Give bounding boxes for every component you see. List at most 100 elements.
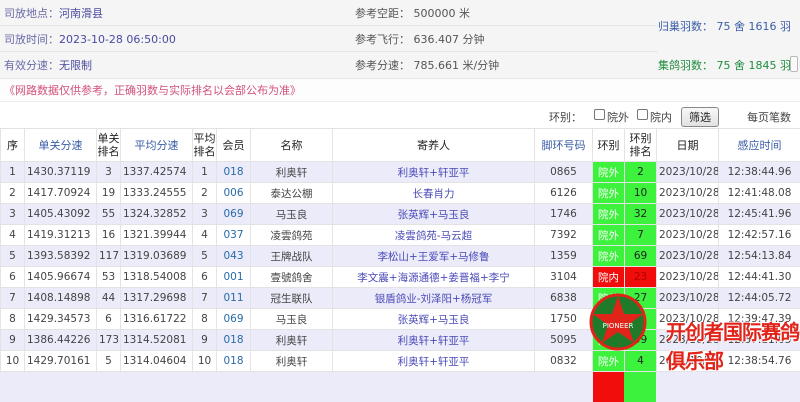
- cell-name: 凌雲鸽苑: [250, 224, 333, 246]
- cell-type: 院外: [592, 287, 625, 309]
- cell-single-speed: 1393.58392: [24, 245, 97, 267]
- cell-type-rank: 10: [624, 182, 657, 204]
- table-row[interactable]: 8 1429.34573 6 1316.61722 8 069 马玉良 张英辉+马玉良 1750…: [0, 308, 800, 330]
- cell-single-rank: 16: [96, 224, 121, 246]
- cell-time: 12:39:47.39: [718, 308, 800, 330]
- cell-avg-speed: 1319.03689: [120, 245, 193, 267]
- header-col-5: 会员: [216, 128, 251, 162]
- cell-ring: 0865: [534, 161, 593, 183]
- outside-checkbox[interactable]: [594, 109, 605, 120]
- cell-date: 2023/10/28: [656, 350, 719, 372]
- cell-member: 018: [216, 350, 251, 372]
- cell-seq: 2: [0, 182, 25, 204]
- header-col-3[interactable]: 平均分速: [120, 128, 193, 162]
- release-time: 司放时间：2023-10-28 06:50:00: [4, 32, 176, 46]
- header-col-9: 环别: [592, 128, 625, 162]
- cell-type: 院外: [592, 308, 625, 330]
- cell-name: 利奥轩: [250, 161, 333, 183]
- cell-avg-rank: 1: [192, 161, 217, 183]
- cell-type: 院外: [592, 203, 625, 225]
- scroll-handle[interactable]: [790, 56, 798, 72]
- cell-name: 王牌战队: [250, 245, 333, 267]
- cell-seq: 9: [0, 329, 25, 351]
- disclaimer-notice: 《网路数据仅供参考，正确羽数与实际排名以会部公布为准》: [0, 78, 800, 102]
- cell-seq: 5: [0, 245, 25, 267]
- table-row[interactable]: 2 1417.70924 19 1333.24555 2 006 泰达公棚 长春肖力 6126 院…: [0, 182, 800, 204]
- cell-time: 12:42:57.16: [718, 224, 800, 246]
- cell-date: 2023/10/28: [656, 161, 719, 183]
- cell-member: 011: [216, 287, 251, 309]
- cell-seq: 10: [0, 350, 25, 372]
- table-row[interactable]: 5 1393.58392 117 1319.03689 5 043 王牌战队 李松山+王爱军+…: [0, 245, 800, 267]
- arrive-count-text: 集鸽羽数： 75 舍 1845 羽: [658, 59, 791, 72]
- cell-fancier: 利奥轩+轩亚平: [332, 329, 535, 351]
- cell-single-rank: 55: [96, 203, 121, 225]
- header-col-8[interactable]: 脚环号码: [534, 128, 593, 162]
- cell-single-speed: 1419.31213: [24, 224, 97, 246]
- cell-single-rank: 117: [96, 245, 121, 267]
- cell-date: 2023/10/28: [656, 266, 719, 288]
- cell-single-speed: 1417.70924: [24, 182, 97, 204]
- header-col-6: 名称: [250, 128, 333, 162]
- table-row[interactable]: 3 1405.43092 55 1324.32852 3 069 马玉良 张英辉+马玉良 174…: [0, 203, 800, 225]
- inside-checkbox[interactable]: [637, 109, 648, 120]
- cell-time: 12:44:41.30: [718, 266, 800, 288]
- cell-single-rank: 19: [96, 182, 121, 204]
- header-col-12[interactable]: 感应时间: [718, 128, 800, 162]
- cell-avg-speed: 1321.39944: [120, 224, 193, 246]
- release-location: 司放地点：河南滑县: [4, 6, 103, 20]
- cell-time: 12:38:44.96: [718, 161, 800, 183]
- cell-avg-speed: 1316.61722: [120, 308, 193, 330]
- cell-type: 院外: [592, 329, 625, 351]
- cell-member: 018: [216, 329, 251, 351]
- cell-type-rank: 99: [624, 329, 657, 351]
- cell-type: 院外: [592, 224, 625, 246]
- cell-single-rank: 3: [96, 161, 121, 183]
- table-row[interactable]: 7 1408.14898 44 1317.29698 7 011 冠生联队 银盾鸽业-刘泽阳+…: [0, 287, 800, 309]
- table-row[interactable]: 9 1386.44226 173 1314.52081 9 018 利奥轩 利奥轩+轩亚平 50…: [0, 329, 800, 351]
- cell-avg-speed: 1324.32852: [120, 203, 193, 225]
- cell-member: 069: [216, 308, 251, 330]
- cell-time: 12:41:48.08: [718, 182, 800, 204]
- table-row[interactable]: 1 1430.37119 3 1337.42574 1 018 利奥轩 利奥轩+轩亚平 0865…: [0, 161, 800, 183]
- cell-single-speed: 1408.14898: [24, 287, 97, 309]
- valid-speed: 有效分速：无限制: [4, 59, 92, 72]
- cell-date: 2023/10/28: [656, 224, 719, 246]
- cell-avg-rank: 4: [192, 224, 217, 246]
- header-col-10: 环别 排名: [624, 128, 657, 162]
- home-count: 归巢羽数： 75 舍 1616 羽: [658, 0, 800, 52]
- cell-type: 院外: [592, 161, 625, 183]
- results-table: 序单关分速 单关 排名 平均分速 平均 排名 会员 名称 寄养人 脚环号码 环别 环别 排名 日期 感应时间…: [0, 128, 800, 372]
- cell-single-speed: 1429.70161: [24, 350, 97, 372]
- cell-seq: 6: [0, 266, 25, 288]
- cell-type-rank: 69: [624, 245, 657, 267]
- cell-avg-speed: 1314.04604: [120, 350, 193, 372]
- cell-name: 马玉良: [250, 203, 333, 225]
- table-row[interactable]: 10 1429.70161 5 1314.04604 10 018 利奥轩 利奥轩+轩亚平 08…: [0, 350, 800, 372]
- cell-type: 院外: [592, 245, 625, 267]
- outside-label: 院外: [607, 111, 629, 124]
- cell-type-rank: 23: [624, 266, 657, 288]
- cell-date: 2023/10/28: [656, 329, 719, 351]
- cell-ring: 3104: [534, 266, 593, 288]
- cell-ring: 1750: [534, 308, 593, 330]
- cell-member: 001: [216, 266, 251, 288]
- filter-bar: 环别： 院外 院内 筛选 每页笔数: [0, 104, 800, 128]
- cell-avg-rank: 2: [192, 182, 217, 204]
- cell-single-rank: 44: [96, 287, 121, 309]
- cell-name: 泰达公棚: [250, 182, 333, 204]
- header-col-4: 平均 排名: [192, 128, 217, 162]
- cell-avg-rank: 6: [192, 266, 217, 288]
- filter-button[interactable]: 筛选: [681, 107, 719, 127]
- cell-fancier: 李松山+王爱军+马修鲁: [332, 245, 535, 267]
- cell-member: 018: [216, 161, 251, 183]
- cell-avg-rank: 10: [192, 350, 217, 372]
- cell-type: 院外: [592, 182, 625, 204]
- cell-time: 12:57:11.05: [718, 329, 800, 351]
- header-col-1[interactable]: 单关分速: [24, 128, 97, 162]
- cell-date: 2023/10/28: [656, 245, 719, 267]
- table-row[interactable]: 6 1405.96674 53 1318.54008 6 001 壹號鸽舍 李文震+海源通德+…: [0, 266, 800, 288]
- table-row[interactable]: 4 1419.31213 16 1321.39944 4 037 凌雲鸽苑 凌雲鸽苑-马云超 7…: [0, 224, 800, 246]
- cell-seq: 7: [0, 287, 25, 309]
- cell-member: 069: [216, 203, 251, 225]
